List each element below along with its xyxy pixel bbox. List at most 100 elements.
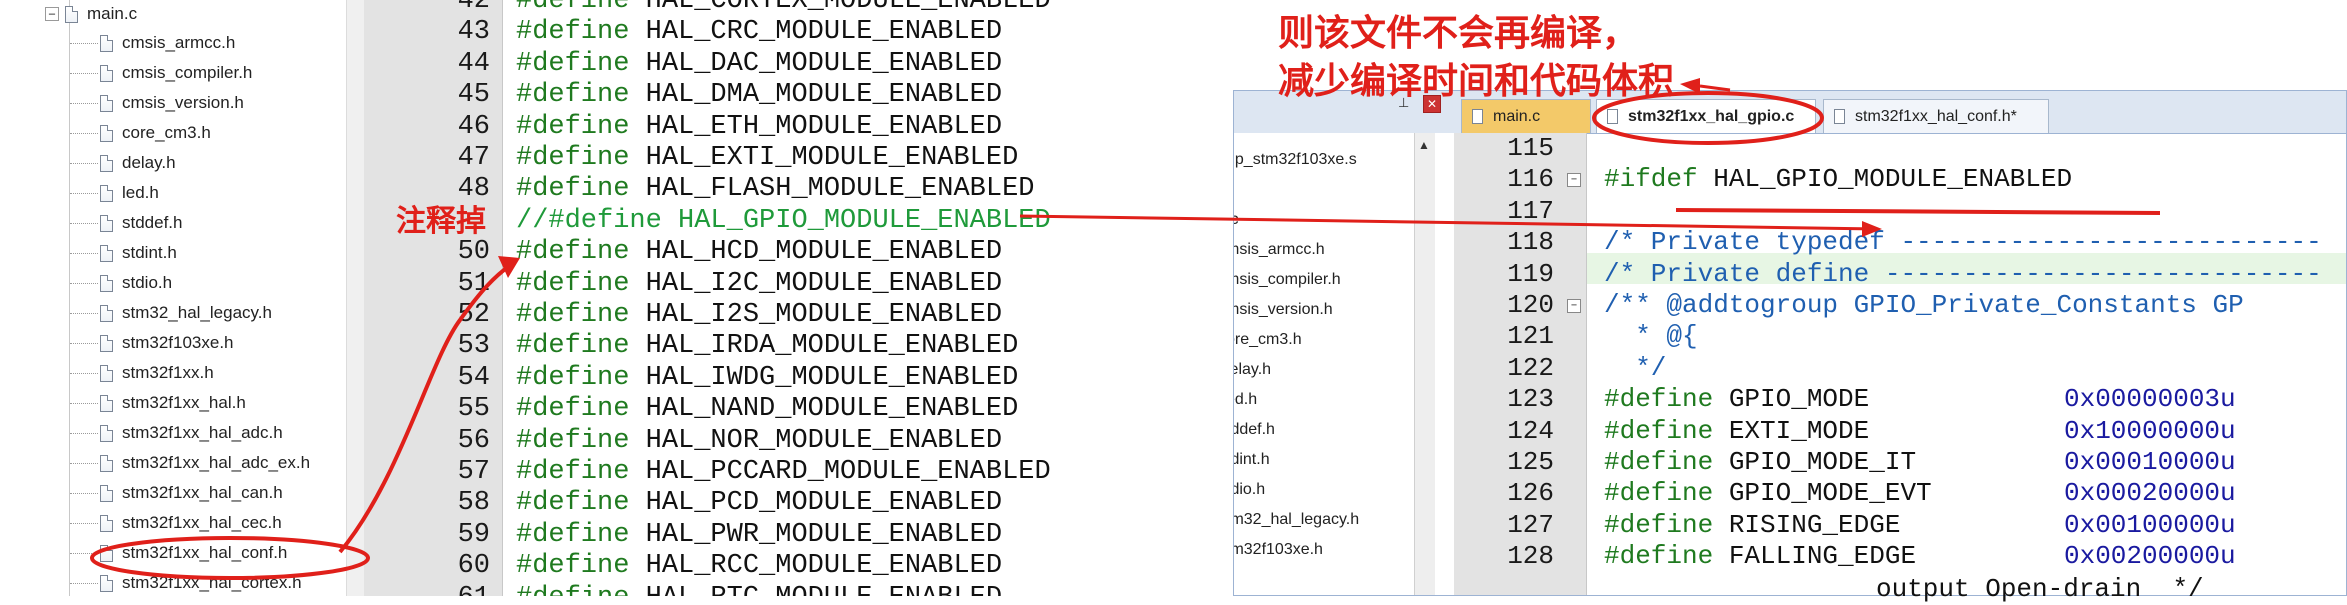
tree-file-item[interactable]: stm32f1xx_hal_can.h: [70, 478, 283, 508]
tree-file-item[interactable]: stdio.h: [69, 268, 172, 298]
tree-file-item[interactable]: tm32f103xe.h: [1234, 535, 1323, 565]
tree-file-item[interactable]: core_cm3.h: [70, 118, 211, 148]
line-number: 125: [1507, 447, 1554, 477]
code-text: #define HAL_RTC_MODULE_ENABLED: [516, 583, 1002, 596]
code-line[interactable]: 42 #define HAL_CORTEX_MODULE_ENABLED: [364, 0, 1864, 17]
tree-file-item[interactable]: msis_compiler.h: [1234, 265, 1341, 295]
tree-file-item[interactable]: stm32_hal_legacy.h: [70, 298, 272, 328]
tree-file-item[interactable]: stm32f1xx_hal.h: [70, 388, 246, 418]
tree-scrollbar[interactable]: [346, 0, 366, 596]
tree-file-item[interactable]: delay.h: [70, 148, 176, 178]
code-text: #define HAL_ETH_MODULE_ENABLED: [516, 112, 1002, 143]
tree-file-item[interactable]: .c: [1234, 205, 1238, 235]
code-line[interactable]: 126 #define GPIO_MODE_EVT 0x00020000u: [1454, 478, 2346, 509]
code-line[interactable]: 43 #define HAL_CRC_MODULE_ENABLED: [364, 17, 1864, 48]
file-icon: [100, 94, 113, 112]
line-number: 44: [457, 48, 490, 79]
code-line[interactable]: 119 /* Private define -------------------…: [1454, 259, 2346, 290]
code-line[interactable]: 118 /* Private typedef ------------------…: [1454, 227, 2346, 258]
tab-main-c[interactable]: main.c: [1461, 99, 1591, 133]
tree-file-label: cmsis_compiler.h: [122, 63, 253, 82]
code-line[interactable]: 120− /** @addtogroup GPIO_Private_Constan…: [1454, 290, 2346, 321]
file-icon: [100, 424, 113, 442]
tab-stm32f1xx-hal-conf-h[interactable]: stm32f1xx_hal_conf.h*: [1823, 99, 2049, 133]
file-icon: [100, 154, 113, 172]
code-text: #define HAL_CORTEX_MODULE_ENABLED: [516, 0, 1051, 17]
annotation-explain-line1: 则该文件不会再编译，: [1278, 13, 1639, 54]
tree-file-label: stm32f1xx_hal_adc_ex.h: [122, 453, 311, 472]
code-line[interactable]: 122 */: [1454, 353, 2346, 384]
tree-file-label: stdint.h: [122, 243, 177, 262]
background-code-fragment: output Open-drain */: [1876, 574, 2204, 604]
macro-name: HAL_RCC_MODULE_ENABLED: [629, 551, 1003, 582]
code-line[interactable]: 116− #ifdef HAL_GPIO_MODULE_ENABLED: [1454, 164, 2346, 195]
line-number: 59: [457, 519, 490, 550]
scroll-up-icon[interactable]: ▲: [1414, 138, 1434, 156]
tree-file-item[interactable]: stm32f1xx_hal_adc_ex.h: [69, 448, 311, 478]
line-number: 116: [1507, 164, 1554, 195]
commented-define: //#define: [516, 205, 662, 236]
tree-file-item[interactable]: stm32f1xx_hal_adc.h: [70, 418, 283, 448]
fold-icon[interactable]: −: [1567, 173, 1581, 188]
tree-file-item[interactable]: msis_version.h: [1234, 295, 1333, 325]
tree-root-main-c[interactable]: − main.c: [45, 2, 137, 26]
macro-name: HAL_EXTI_MODULE_ENABLED: [629, 143, 1019, 173]
macro-value: 0x00020000u: [2064, 478, 2236, 509]
tree-file-item[interactable]: msis_armcc.h: [1234, 235, 1325, 265]
code-text: #define HAL_IRDA_MODULE_ENABLED: [516, 331, 1018, 362]
code-line[interactable]: 127 #define RISING_EDGE 0x00100000u: [1454, 510, 2346, 541]
line-number: 52: [457, 300, 490, 330]
tree-file-item[interactable]: tdio.h: [1234, 475, 1265, 505]
collapse-icon[interactable]: −: [45, 7, 59, 21]
define-keyword: #define: [516, 300, 630, 330]
tree-file-item[interactable]: stdint.h: [70, 238, 177, 268]
tree-file-item[interactable]: led.h: [70, 178, 159, 208]
tree-file-item[interactable]: up_stm32f103xe.s: [1234, 145, 1357, 175]
tree-file-item[interactable]: cmsis_version.h: [70, 88, 244, 118]
file-icon: [1834, 109, 1845, 124]
code-line[interactable]: 128 #define FALLING_EDGE 0x00200000u: [1454, 541, 2346, 572]
line-number: 61: [364, 583, 490, 596]
tree-file-item[interactable]: cmsis_armcc.h: [69, 28, 235, 58]
comment-text: /** @addtogroup GPIO_Private_Constants G…: [1604, 290, 2244, 320]
tree-file-item[interactable]: stddef.h: [70, 208, 183, 238]
tree-file-item[interactable]: ore_cm3.h: [1234, 325, 1302, 355]
tree-file-item[interactable]: tm32_hal_legacy.h: [1234, 505, 1359, 535]
tree-file-label: stm32f1xx_hal_can.h: [122, 483, 283, 502]
fold-icon[interactable]: −: [1567, 299, 1581, 313]
file-icon: [100, 574, 113, 592]
code-text: #define HAL_I2C_MODULE_ENABLED: [516, 269, 1002, 300]
tree-file-item[interactable]: stm32f1xx_hal_cec.h: [70, 508, 282, 538]
tree-file-item[interactable]: stm32f1xx_hal_cortex.h: [70, 568, 302, 596]
line-number: 42: [457, 0, 490, 16]
code-line[interactable]: 115: [1454, 133, 2346, 164]
tree-file-label: stm32f1xx_hal_cec.h: [122, 513, 282, 532]
line-number: 118: [1507, 227, 1554, 258]
macro-name: HAL_PCD_MODULE_ENABLED: [629, 488, 1003, 519]
tree-file-item[interactable]: cmsis_compiler.h: [69, 58, 253, 88]
code-text: #ifdef HAL_GPIO_MODULE_ENABLED: [1604, 164, 2072, 195]
tree-file-item[interactable]: tdint.h: [1234, 445, 1270, 475]
define-keyword: #define: [516, 80, 630, 111]
tree-file-item[interactable]: stm32f1xx.h: [70, 358, 214, 388]
macro-name: HAL_RTC_MODULE_ENABLED: [629, 583, 1002, 596]
tree-scrollbar[interactable]: [1414, 133, 1435, 595]
line-number: 53: [457, 331, 490, 362]
file-icon: [100, 514, 113, 532]
code-line[interactable]: 124 #define EXTI_MODE 0x10000000u: [1454, 416, 2346, 447]
define-keyword: #define: [516, 237, 630, 268]
tree-file-item[interactable]: stm32f1xx_hal_conf.h: [69, 538, 287, 568]
code-line[interactable]: 117: [1454, 196, 2346, 227]
tree-file-item[interactable]: ed.h: [1234, 385, 1257, 415]
file-icon: [100, 244, 113, 262]
code-line[interactable]: 123 #define GPIO_MODE 0x00000003u: [1454, 384, 2346, 415]
tab-stm32f1xx-hal-gpio-c[interactable]: stm32f1xx_hal_gpio.c: [1596, 99, 1816, 133]
code-line[interactable]: 121 * @{: [1454, 321, 2346, 352]
code-text: #define EXTI_MODE: [1604, 416, 1869, 447]
define-keyword: #define: [516, 519, 630, 550]
directive-keyword: #ifdef: [1604, 164, 1698, 195]
tree-file-item[interactable]: stm32f103xe.h: [70, 328, 234, 358]
code-line[interactable]: 125 #define GPIO_MODE_IT 0x00010000u: [1454, 447, 2346, 478]
tree-file-item[interactable]: lelay.h: [1234, 355, 1271, 385]
tree-file-item[interactable]: tddef.h: [1234, 415, 1275, 445]
